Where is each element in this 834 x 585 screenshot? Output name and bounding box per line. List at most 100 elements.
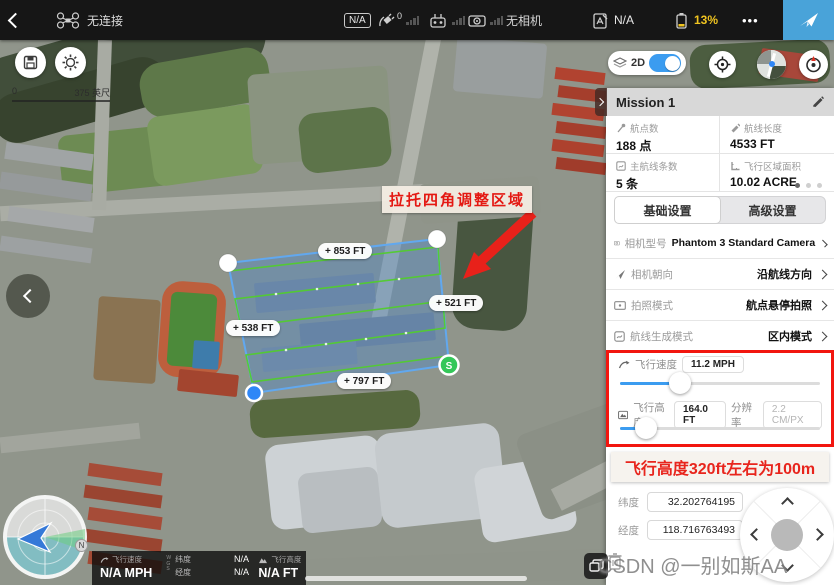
compass-reset-button[interactable]: [799, 50, 828, 79]
2d-switch[interactable]: [649, 54, 681, 72]
drone-icon: [56, 12, 80, 29]
flight-assistant-icon: [592, 12, 609, 29]
map-scalebar: 0 375 英尺: [12, 86, 110, 102]
row-camera-model[interactable]: 相机型号 Phantom 3 Standard Camera: [606, 228, 834, 259]
chevron-right-icon: [820, 239, 828, 247]
panel-collapse-button[interactable]: [595, 88, 607, 116]
nudge-center[interactable]: [771, 519, 803, 551]
chevron-right-icon: [818, 269, 828, 279]
gps-status[interactable]: 0: [378, 0, 402, 40]
altitude-slider-thumb[interactable]: [635, 417, 657, 439]
compass-icon: [804, 55, 823, 74]
speed-icon: [100, 556, 109, 564]
takeoff-button[interactable]: [783, 0, 834, 40]
aircraft-status[interactable]: 无连接: [56, 0, 123, 40]
telemetry-altitude: 飞行高度 N/A FT: [250, 551, 307, 585]
left-panel-collapse-button[interactable]: [6, 274, 50, 318]
nudge-left-button[interactable]: [750, 528, 763, 541]
mission-title: Mission 1: [616, 95, 675, 110]
home-indicator: [305, 576, 527, 581]
speed-slider-group: 飞行速度 11.2 MPH: [606, 356, 834, 373]
flight-assistant-status[interactable]: N/A: [592, 0, 634, 40]
route-mode-icon: [614, 331, 625, 342]
chevron-left-icon: [8, 12, 24, 28]
waypoint-icon: [616, 123, 626, 133]
settings-tabs: 基础设置 高级设置: [614, 196, 826, 224]
camera-status-text: 无相机: [506, 0, 542, 40]
chevron-right-icon: [818, 300, 828, 310]
row-route-mode[interactable]: 航线生成模式 区内模式: [606, 321, 834, 352]
map-2d-toggle[interactable]: 2D: [608, 51, 686, 75]
tab-basic-settings[interactable]: 基础设置: [614, 196, 721, 224]
edge-distance-label: + 538 FT: [226, 320, 280, 336]
speed-slider-thumb[interactable]: [669, 372, 691, 394]
minimap-button[interactable]: [757, 50, 786, 79]
status-bar: 无连接 N/A 0: [0, 0, 834, 40]
mission-stats: 航点数 188 点 航线长度 4533 FT 主航线条数 5 条 飞行区域面积 …: [606, 116, 834, 192]
gps-signal: [406, 0, 419, 40]
altitude-value[interactable]: 164.0 FT: [674, 401, 726, 429]
speed-icon: [618, 359, 630, 370]
speed-slider[interactable]: [620, 382, 820, 385]
photo-mode-icon: [614, 300, 626, 310]
altitude-icon: [258, 556, 268, 564]
minimap-location-dot: [769, 61, 775, 67]
chevron-right-icon: [818, 331, 828, 341]
tutorial-annotation: 拉托四角调整区域: [382, 186, 532, 213]
save-icon: [23, 55, 38, 70]
edge-distance-label: + 853 FT: [318, 243, 372, 259]
back-button[interactable]: [10, 0, 21, 40]
row-camera-heading[interactable]: 相机朝向 沿航线方向: [606, 259, 834, 290]
nudge-right-button[interactable]: [811, 528, 824, 541]
airplane-icon: [797, 8, 821, 32]
remote-controller-status[interactable]: [428, 0, 448, 40]
mission-settings-button[interactable]: [55, 47, 86, 78]
altitude-slider[interactable]: [620, 427, 820, 430]
scale-value: 375 英尺: [74, 86, 110, 99]
stats-page-dots[interactable]: [795, 183, 822, 188]
more-menu-button[interactable]: •••: [742, 0, 759, 40]
camera-status-icon-wrap[interactable]: [468, 0, 486, 40]
camera-signal: [490, 0, 503, 40]
north-badge: N: [75, 539, 88, 552]
area-ruler-icon: [730, 161, 740, 171]
edge-distance-label: + 521 FT: [429, 295, 483, 311]
mission-panel: Mission 1 航点数 188 点 航线长度 4533 FT 主航线条数 5: [606, 88, 834, 585]
ruler-icon: [730, 123, 740, 133]
battery-percent: 13%: [694, 13, 718, 27]
row-photo-mode[interactable]: 拍照模式 航点悬停拍照: [606, 290, 834, 321]
mode-value: N/A: [344, 13, 371, 28]
battery-status[interactable]: 13%: [674, 0, 718, 40]
locate-me-button[interactable]: [709, 51, 736, 78]
corner-handle[interactable]: [219, 254, 237, 272]
heading-icon: [614, 269, 626, 280]
speed-value[interactable]: 11.2 MPH: [682, 356, 744, 373]
telemetry-speed: 飞行速度 N/A MPH: [92, 551, 158, 585]
save-mission-button[interactable]: [15, 47, 46, 78]
scan-lines-icon: [616, 161, 626, 171]
2d-label: 2D: [631, 57, 645, 69]
latitude-input[interactable]: 32.202764195: [647, 492, 743, 512]
altitude-note: 飞行高度320ft左右为100m: [611, 452, 829, 482]
start-point-marker[interactable]: [440, 356, 459, 375]
stat-main-lines: 主航线条数 5 条: [606, 154, 720, 192]
corner-handle-selected[interactable]: [246, 385, 262, 401]
chevron-right-icon: [596, 98, 604, 106]
rc-signal: [452, 0, 465, 40]
edit-pencil-icon[interactable]: [812, 96, 824, 108]
edge-distance-label: + 797 FT: [337, 373, 391, 389]
altitude-slider-group: 飞行高度 164.0 FT 分辨率 2.2 CM/PX: [606, 400, 834, 430]
tab-advanced-settings[interactable]: 高级设置: [720, 197, 825, 223]
camera-icon: [614, 238, 620, 248]
watermark: CSDN @一别如斯AA: [598, 550, 787, 579]
longitude-input[interactable]: 118.716763493: [647, 520, 743, 540]
camera-icon: [468, 13, 486, 27]
scale-zero: 0: [12, 86, 17, 99]
telemetry-bar: 飞行速度 N/A MPH WGS 纬度N/A 经度N/A 飞行高度 N/A FT: [92, 551, 306, 585]
stat-route-length: 航线长度 4533 FT: [720, 116, 834, 154]
nudge-up-button[interactable]: [781, 497, 794, 510]
corner-handle[interactable]: [428, 230, 446, 248]
mission-header: Mission 1: [606, 88, 834, 116]
satellite-count: 0: [397, 11, 402, 21]
satellite-icon: [378, 13, 395, 28]
